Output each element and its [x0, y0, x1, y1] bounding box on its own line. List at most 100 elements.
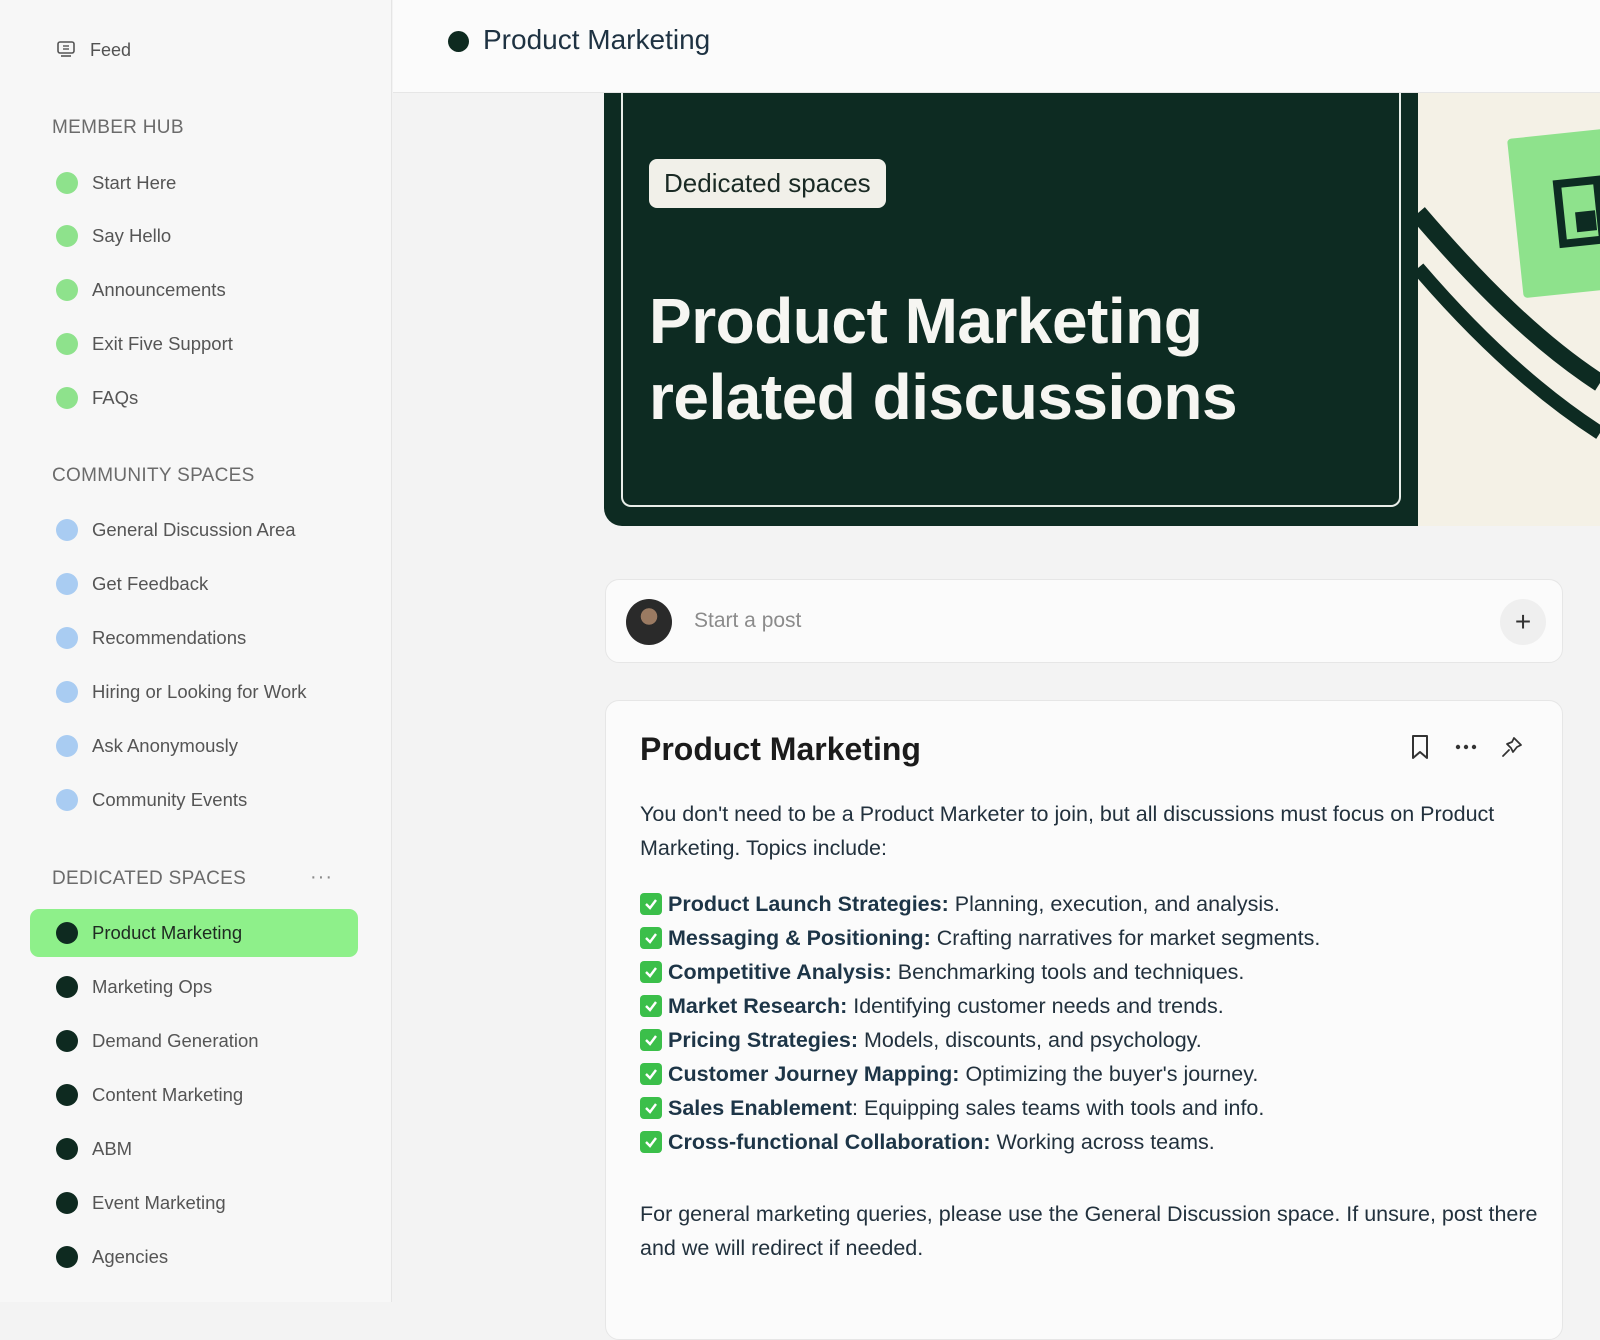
- avatar: [626, 599, 672, 645]
- space-dot: [56, 922, 78, 944]
- post-title: Product Marketing: [640, 731, 921, 767]
- topic-text: Planning, execution, and analysis.: [948, 892, 1280, 916]
- banner-headline: Product Marketing related discussions: [649, 283, 1238, 435]
- space-dot: [448, 31, 469, 52]
- feed-icon: [56, 40, 76, 60]
- post-card: Product Marketing You don't need to be a…: [605, 700, 1563, 1340]
- sidebar-item-agencies[interactable]: Agencies: [30, 1233, 358, 1281]
- page-title: Product Marketing: [483, 24, 711, 55]
- topic-list: Product Launch Strategies: Planning, exe…: [640, 887, 1540, 1159]
- space-dot: [56, 789, 78, 811]
- sidebar-item-label: Start Here: [92, 172, 177, 193]
- sidebar-item-feed[interactable]: Feed: [56, 36, 131, 64]
- topic-label: Competitive Analysis:: [668, 960, 892, 984]
- sidebar-item-marketing-ops[interactable]: Marketing Ops: [30, 963, 358, 1011]
- topic-item: Customer Journey Mapping: Optimizing the…: [640, 1057, 1540, 1091]
- topic-text: Working across teams.: [990, 1130, 1215, 1154]
- space-dot: [56, 225, 78, 247]
- sidebar-item-start-here[interactable]: Start Here: [30, 159, 358, 207]
- topic-item: Competitive Analysis: Benchmarking tools…: [640, 955, 1540, 989]
- space-banner: Dedicated spaces Product Marketing relat…: [604, 93, 1600, 526]
- space-dot: [56, 681, 78, 703]
- topic-label: Product Launch Strategies:: [668, 892, 949, 916]
- topic-text: Models, discounts, and psychology.: [857, 1028, 1202, 1052]
- space-dot: [56, 172, 78, 194]
- section-title-dedicated-spaces: DEDICATED SPACES: [52, 868, 247, 889]
- topic-item: Messaging & Positioning: Crafting narrat…: [640, 921, 1540, 955]
- sidebar-item-content-marketing[interactable]: Content Marketing: [30, 1071, 358, 1119]
- space-dot: [56, 1084, 78, 1106]
- more-icon[interactable]: [1454, 733, 1478, 761]
- topic-text: Optimizing the buyer's journey.: [959, 1062, 1259, 1086]
- check-icon: [640, 1097, 662, 1119]
- sidebar-item-exit-five-support[interactable]: Exit Five Support: [30, 320, 358, 368]
- section-title-member-hub: MEMBER HUB: [52, 117, 184, 138]
- post-outro: For general marketing queries, please us…: [640, 1202, 1538, 1260]
- check-icon: [640, 995, 662, 1017]
- sidebar-item-label: Exit Five Support: [92, 333, 233, 354]
- space-dot: [56, 519, 78, 541]
- check-icon: [640, 1029, 662, 1051]
- banner-decoration-icon: [1418, 127, 1600, 439]
- sidebar-item-label: ABM: [92, 1138, 133, 1159]
- sidebar-item-label: Product Marketing: [92, 922, 243, 943]
- topic-item: Cross-functional Collaboration: Working …: [640, 1125, 1540, 1159]
- sidebar-item-abm[interactable]: ABM: [30, 1125, 358, 1173]
- post-composer[interactable]: Start a post +: [605, 579, 1563, 663]
- pin-icon[interactable]: [1500, 733, 1524, 761]
- sidebar-item-label: Marketing Ops: [92, 976, 213, 997]
- topic-text: : Equipping sales teams with tools and i…: [852, 1096, 1265, 1120]
- check-icon: [640, 927, 662, 949]
- sidebar-item-hiring[interactable]: Hiring or Looking for Work: [30, 668, 358, 716]
- check-icon: [640, 961, 662, 983]
- banner-headline-line: related discussions: [649, 361, 1238, 433]
- banner-headline-line: Product Marketing: [649, 285, 1203, 357]
- topic-item: Sales Enablement: Equipping sales teams …: [640, 1091, 1540, 1125]
- sidebar-item-get-feedback[interactable]: Get Feedback: [30, 560, 358, 608]
- dedicated-spaces-more-button[interactable]: ···: [310, 866, 333, 889]
- section-title-community-spaces: COMMUNITY SPACES: [52, 465, 255, 486]
- sidebar-item-recommendations[interactable]: Recommendations: [30, 614, 358, 662]
- sidebar-item-label: Demand Generation: [92, 1030, 259, 1051]
- sidebar: Feed MEMBER HUB Start Here Say Hello Ann…: [0, 0, 392, 1302]
- sidebar-item-product-marketing[interactable]: Product Marketing: [30, 909, 358, 957]
- space-dot: [56, 735, 78, 757]
- sidebar-item-label: Content Marketing: [92, 1084, 244, 1105]
- start-post-input[interactable]: Start a post: [694, 609, 801, 633]
- sidebar-item-event-marketing[interactable]: Event Marketing: [30, 1179, 358, 1227]
- topic-text: Crafting narratives for market segments.: [930, 926, 1321, 950]
- sidebar-item-label: Event Marketing: [92, 1192, 226, 1213]
- sidebar-item-general-discussion-area[interactable]: General Discussion Area: [30, 506, 358, 554]
- topic-label: Cross-functional Collaboration:: [668, 1130, 991, 1154]
- topic-item: Market Research: Identifying customer ne…: [640, 989, 1540, 1023]
- space-dot: [56, 1030, 78, 1052]
- plus-icon[interactable]: +: [1500, 599, 1546, 645]
- sidebar-item-ask-anonymously[interactable]: Ask Anonymously: [30, 722, 358, 770]
- check-icon: [640, 893, 662, 915]
- space-dot: [56, 333, 78, 355]
- sidebar-item-announcements[interactable]: Announcements: [30, 266, 358, 314]
- topic-label: Messaging & Positioning:: [668, 926, 931, 950]
- post-intro: You don't need to be a Product Marketer …: [640, 802, 1495, 860]
- topic-label: Sales Enablement: [668, 1096, 853, 1120]
- sidebar-item-label: FAQs: [92, 387, 139, 408]
- topic-label: Customer Journey Mapping:: [668, 1062, 960, 1086]
- check-icon: [640, 1063, 662, 1085]
- topic-label: Pricing Strategies:: [668, 1028, 858, 1052]
- sidebar-item-label: Recommendations: [92, 627, 247, 648]
- space-header: Product Marketing: [393, 0, 1600, 93]
- topic-text: Benchmarking tools and techniques.: [891, 960, 1245, 984]
- space-dot: [56, 387, 78, 409]
- sidebar-item-community-events[interactable]: Community Events: [30, 776, 358, 824]
- sidebar-item-label: Say Hello: [92, 225, 172, 246]
- sidebar-item-demand-generation[interactable]: Demand Generation: [30, 1017, 358, 1065]
- topic-label: Market Research:: [668, 994, 848, 1018]
- sidebar-item-faqs[interactable]: FAQs: [30, 374, 358, 422]
- space-dot: [56, 976, 78, 998]
- sidebar-item-label: Hiring or Looking for Work: [92, 681, 307, 702]
- space-dot: [56, 573, 78, 595]
- space-dot: [56, 1246, 78, 1268]
- sidebar-item-say-hello[interactable]: Say Hello: [30, 212, 358, 260]
- bookmark-icon[interactable]: [1408, 733, 1432, 761]
- topic-item: Product Launch Strategies: Planning, exe…: [640, 887, 1540, 921]
